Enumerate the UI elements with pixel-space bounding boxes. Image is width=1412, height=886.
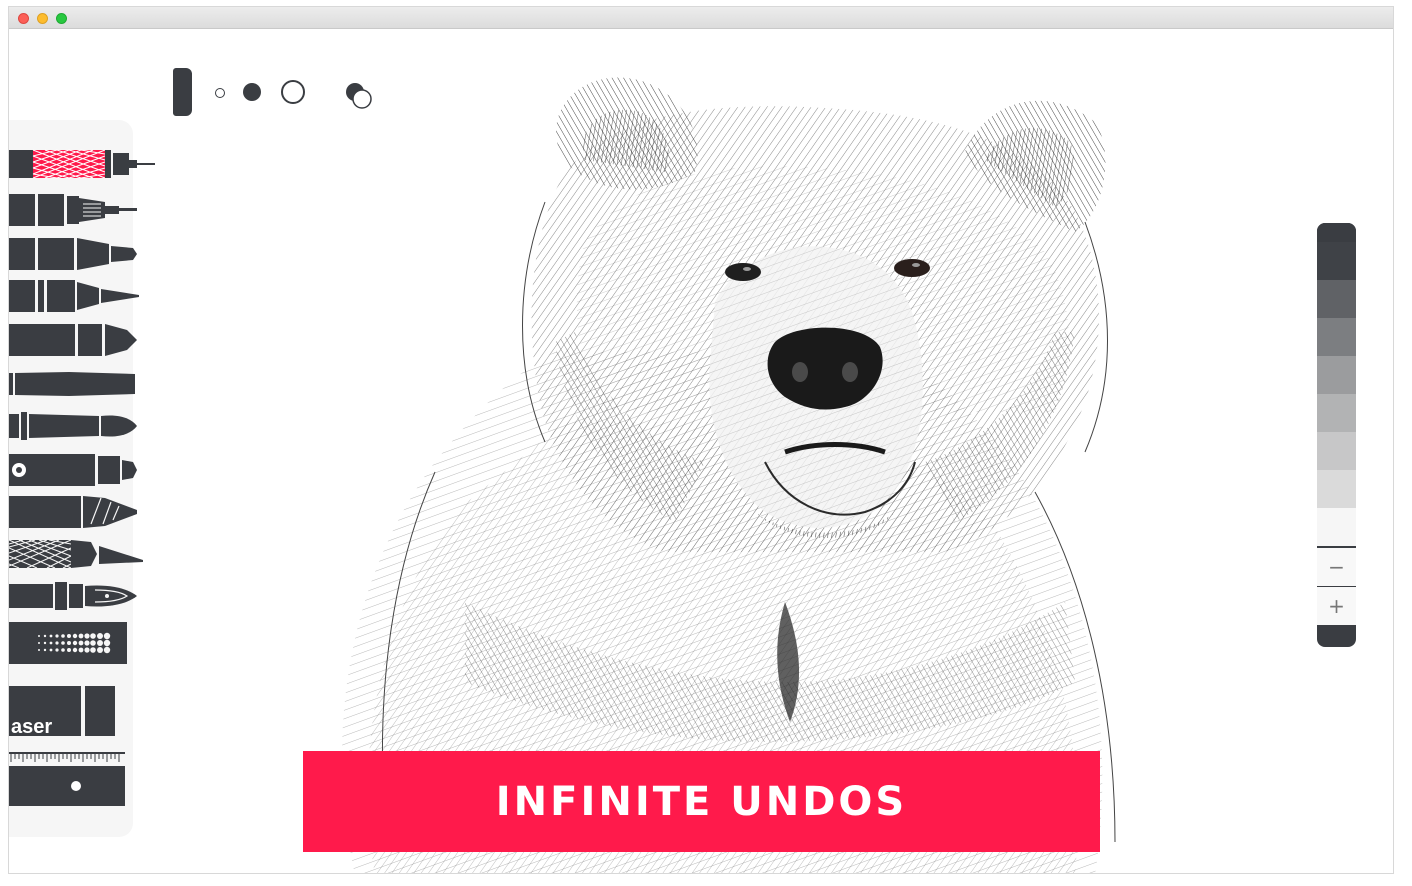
flat-brush-tool[interactable]	[9, 366, 149, 402]
ruler-tool[interactable]	[9, 752, 129, 812]
color-swatch-3[interactable]	[1317, 280, 1356, 318]
fine-pencil-tool[interactable]	[9, 278, 149, 314]
thick-marker-tool[interactable]	[9, 322, 149, 358]
zoom-out-button[interactable]: −	[1317, 548, 1356, 586]
color-swatch-6[interactable]	[1317, 394, 1356, 432]
round-brush-tool[interactable]	[9, 408, 149, 444]
app-window: aser INFINITE UNDOS − +	[8, 6, 1394, 874]
close-window-button[interactable]	[18, 13, 29, 24]
banner-text: INFINITE UNDOS	[495, 778, 908, 825]
title-bar	[9, 7, 1393, 29]
brush-size-small-button[interactable]	[215, 88, 225, 98]
airbrush-tool[interactable]	[9, 452, 149, 488]
bear-sketch-drawing	[342, 77, 1116, 873]
size-bar-handle[interactable]	[173, 68, 192, 116]
fountain-pen-tool[interactable]	[9, 578, 149, 614]
zoom-in-button[interactable]: +	[1317, 587, 1356, 625]
color-swatch-4[interactable]	[1317, 318, 1356, 356]
color-palette: − +	[1317, 223, 1356, 647]
promo-banner: INFINITE UNDOS	[303, 751, 1100, 852]
color-swatch-8[interactable]	[1317, 470, 1356, 508]
color-swatch-5[interactable]	[1317, 356, 1356, 394]
dot-pattern-tool[interactable]	[9, 622, 139, 666]
fineliner-tool[interactable]	[9, 192, 149, 228]
brush-size-medium-button[interactable]	[243, 83, 261, 101]
color-swatch-7[interactable]	[1317, 432, 1356, 470]
drawing-canvas[interactable]: aser INFINITE UNDOS − +	[9, 30, 1393, 873]
marker-tool[interactable]	[9, 236, 149, 272]
tool-tray: aser	[9, 120, 155, 837]
color-swatch-9[interactable]	[1317, 508, 1356, 546]
technical-pen-tool[interactable]	[9, 148, 159, 180]
eraser-tool-label: aser	[11, 716, 53, 738]
crayon-tool[interactable]	[9, 536, 154, 572]
color-swatch-2[interactable]	[1317, 242, 1356, 280]
maximize-window-button[interactable]	[56, 13, 67, 24]
minimize-window-button[interactable]	[37, 13, 48, 24]
chisel-brush-tool[interactable]	[9, 494, 149, 530]
